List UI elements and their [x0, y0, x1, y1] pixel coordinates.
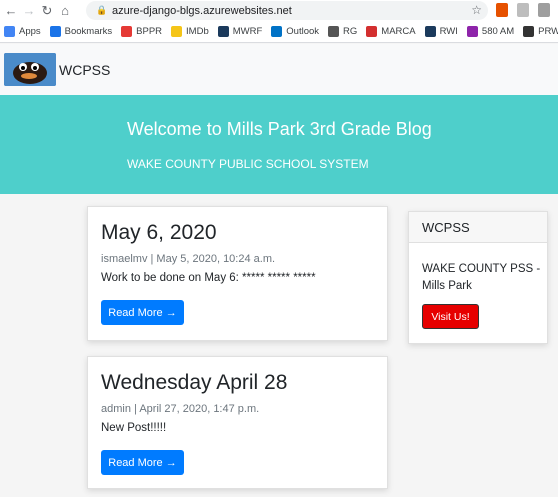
bookmarks-bar: Apps Bookmarks BPPR IMDb MWRF Outlook RG MARCA R… — [0, 21, 558, 43]
bookmark-item[interactable]: PRW — [523, 26, 558, 37]
address-bar[interactable]: 🔒 azure-django-blgs.azurewebsites.net ☆ — [86, 1, 488, 20]
bppr-icon — [121, 26, 133, 37]
post-card: May 6, 2020 ismaelmv | May 5, 2020, 10:2… — [87, 206, 388, 341]
bookmark-label: IMDb — [186, 26, 209, 37]
visit-us-button[interactable]: Visit Us! — [422, 304, 479, 329]
bookmark-item[interactable]: RG — [328, 26, 357, 37]
home-icon[interactable]: ⌂ — [56, 2, 74, 20]
bookmark-item[interactable]: RWI — [424, 26, 458, 37]
post-card: Wednesday April 28 admin | April 27, 202… — [87, 356, 388, 489]
bookmark-label: RG — [343, 26, 358, 37]
bookmark-item[interactable]: IMDb — [171, 26, 209, 37]
post-title: Wednesday April 28 — [101, 371, 288, 394]
marca-icon — [366, 26, 378, 37]
post-meta: ismaelmv | May 5, 2020, 10:24 a.m. — [101, 253, 276, 265]
580am-icon — [466, 26, 478, 37]
url-text[interactable]: azure-django-blgs.azurewebsites.net — [112, 5, 292, 17]
bookmark-star-icon[interactable]: ☆ — [471, 3, 482, 17]
mwrf-icon — [217, 26, 229, 37]
bookmark-label: 580 AM — [481, 26, 515, 37]
browser-toolbar: ← → ↻ ⌂ 🔒 azure-django-blgs.azurewebsite… — [0, 0, 558, 21]
navbar-brand[interactable]: WCPSS — [59, 62, 110, 78]
bookmark-label: PRW — [538, 26, 558, 37]
bookmark-label: MWRF — [232, 26, 263, 37]
post-excerpt: Work to be done on May 6: ***** ***** **… — [101, 272, 316, 284]
rg-icon — [328, 26, 340, 37]
site-navbar: WCPSS — [0, 44, 558, 95]
post-meta: admin | April 27, 2020, 1:47 p.m. — [101, 403, 260, 415]
bookmark-item[interactable]: 580 AM — [466, 26, 515, 37]
logo-mascot-icon — [4, 53, 56, 86]
bookmark-label: MARCA — [381, 26, 416, 37]
bookmark-label: BPPR — [136, 26, 163, 37]
bookmark-label: Bookmarks — [64, 26, 113, 37]
bookmark-item[interactable]: Bookmarks — [49, 26, 113, 37]
back-arrow-icon[interactable]: ← — [2, 2, 20, 20]
imdb-icon — [171, 26, 183, 37]
prw-icon — [523, 26, 535, 37]
bookmark-item[interactable]: MWRF — [217, 26, 263, 37]
hero-subtitle: WAKE COUNTY PUBLIC SCHOOL SYSTEM — [127, 157, 369, 171]
bookmark-item[interactable]: Apps — [4, 26, 41, 37]
hero-title: Welcome to Mills Park 3rd Grade Blog — [127, 119, 432, 139]
read-more-button[interactable]: Read More → — [101, 450, 184, 475]
outlook-icon — [271, 26, 283, 37]
bookmark-label: Outlook — [286, 26, 320, 37]
lock-icon: 🔒 — [96, 5, 108, 15]
bookmark-label: RWI — [439, 26, 458, 37]
hero-banner: Welcome to Mills Park 3rd Grade Blog WAK… — [0, 95, 558, 194]
extension-icon[interactable] — [496, 3, 508, 17]
forward-arrow-icon[interactable]: → — [20, 2, 38, 20]
bookmark-label: Apps — [19, 26, 41, 37]
apps-grid-icon — [4, 26, 15, 37]
post-title: May 6, 2020 — [101, 221, 217, 244]
bookmark-item[interactable]: BPPR — [121, 26, 162, 37]
rwi-icon — [424, 26, 436, 37]
reload-icon[interactable]: ↻ — [38, 2, 56, 20]
bookmark-item[interactable]: MARCA — [366, 26, 416, 37]
extension-icon[interactable] — [517, 3, 529, 17]
sidebar-card: WCPSS WAKE COUNTY PSS - Mills Park Visit… — [408, 211, 548, 344]
sidebar-header: WCPSS — [409, 212, 547, 243]
extension-icons — [496, 3, 550, 17]
post-excerpt: New Post!!!!! — [101, 422, 167, 434]
read-more-button[interactable]: Read More → — [101, 300, 184, 325]
bookmark-item[interactable]: Outlook — [271, 26, 319, 37]
star-icon — [49, 26, 61, 37]
extension-icon[interactable] — [538, 3, 550, 17]
sidebar-text: WAKE COUNTY PSS - Mills Park — [422, 263, 541, 292]
site-logo[interactable] — [4, 53, 56, 86]
